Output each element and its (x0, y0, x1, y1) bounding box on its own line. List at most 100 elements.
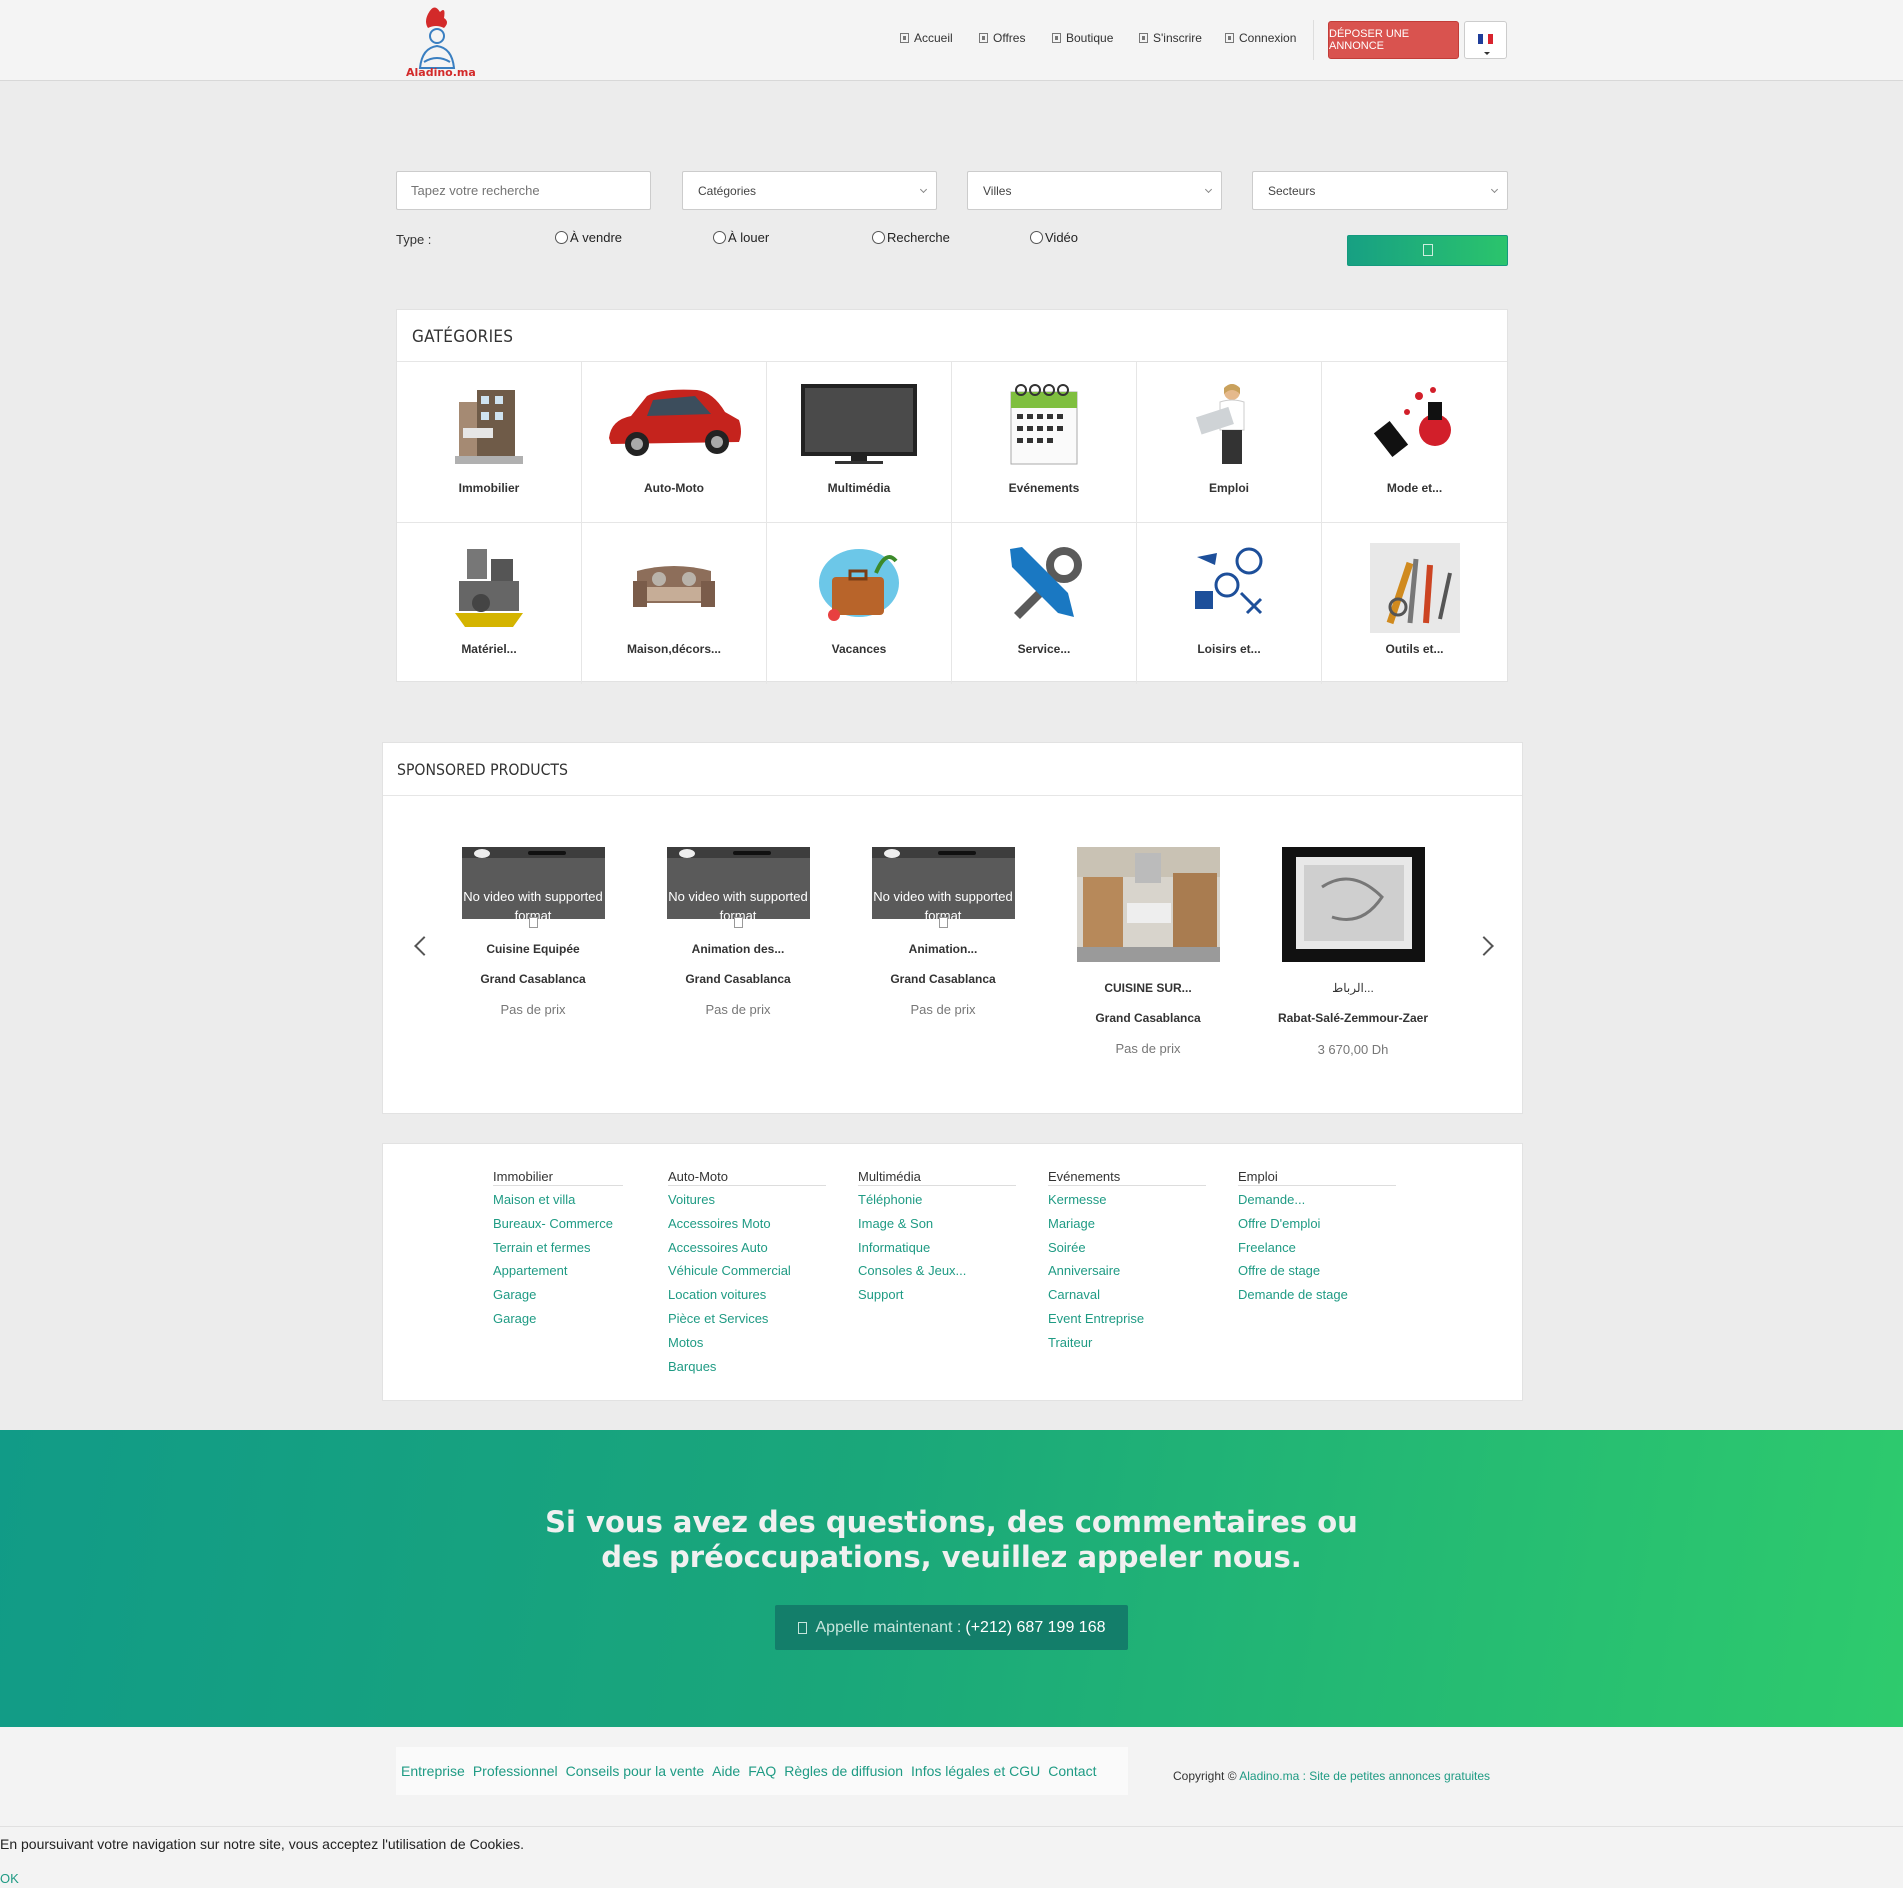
footer-link[interactable]: Voitures (668, 1188, 826, 1212)
footer-link[interactable]: Pièce et Services (668, 1307, 826, 1331)
footer-link[interactable]: Terrain et fermes (493, 1236, 623, 1260)
french-flag-icon (1478, 34, 1493, 44)
footer-link-entreprise[interactable]: Entreprise (401, 1763, 465, 1779)
nav-label: Connexion (1239, 31, 1297, 45)
device-photo[interactable] (1281, 847, 1425, 962)
footer-link-conseils[interactable]: Conseils pour la vente (566, 1763, 705, 1779)
radio-a-vendre[interactable]: À vendre (555, 230, 622, 245)
category-evenements[interactable]: Evénements (952, 362, 1137, 523)
footer-link[interactable]: Véhicule Commercial (668, 1259, 826, 1283)
footer-link[interactable]: Freelance (1238, 1236, 1396, 1260)
call-now-button[interactable]: Appelle maintenant : (+212) 687 199 168 (775, 1605, 1128, 1650)
footer-link-infos-legales[interactable]: Infos légales et CGU (911, 1763, 1040, 1779)
column-heading[interactable]: Evénements (1048, 1169, 1206, 1186)
sectors-select[interactable]: Secteurs (1252, 171, 1508, 210)
footer-link[interactable]: Bureaux- Commerce (493, 1212, 623, 1236)
copyright-link[interactable]: Aladino.ma : Site de petites annonces gr… (1239, 1769, 1490, 1783)
nav-boutique[interactable]: Boutique (1052, 30, 1113, 46)
nav-connexion[interactable]: Connexion (1225, 30, 1296, 46)
footer-link-professionnel[interactable]: Professionnel (473, 1763, 558, 1779)
footer-link[interactable]: Appartement (493, 1259, 623, 1283)
footer-link[interactable]: Barques (668, 1355, 826, 1379)
sponsored-item[interactable]: No video with supported format Animation… (863, 847, 1023, 1017)
product-name[interactable]: الرباط... (1273, 981, 1433, 995)
sponsored-item[interactable]: No video with supported format Animation… (658, 847, 818, 1017)
category-immobilier[interactable]: Immobilier (397, 362, 582, 523)
footer-link[interactable]: Consoles & Jeux... (858, 1259, 1016, 1283)
footer-link[interactable]: Accessoires Auto (668, 1236, 826, 1260)
footer-link[interactable]: Accessoires Moto (668, 1212, 826, 1236)
category-emploi[interactable]: Emploi (1137, 362, 1322, 523)
nav-accueil[interactable]: Accueil (900, 30, 953, 46)
search-button[interactable] (1347, 235, 1508, 266)
footer-link[interactable]: Mariage (1048, 1212, 1206, 1236)
category-multimedia[interactable]: Multimédia (767, 362, 952, 523)
radio-circle[interactable] (713, 231, 726, 244)
category-maison[interactable]: Maison,décors... (582, 523, 767, 684)
radio-circle[interactable] (1030, 231, 1043, 244)
footer-link-regles[interactable]: Règles de diffusion (784, 1763, 903, 1779)
radio-circle[interactable] (872, 231, 885, 244)
column-heading[interactable]: Multimédia (858, 1169, 1016, 1186)
footer-link[interactable]: Motos (668, 1331, 826, 1355)
category-vacances[interactable]: Vacances (767, 523, 952, 684)
select-value: Secteurs (1268, 183, 1316, 198)
column-heading[interactable]: Immobilier (493, 1169, 623, 1186)
language-dropdown[interactable] (1464, 21, 1507, 59)
footer-link[interactable]: Support (858, 1283, 1016, 1307)
nav-offres[interactable]: Offres (979, 30, 1025, 46)
category-outils[interactable]: Outils et... (1322, 523, 1507, 684)
footer-link[interactable]: Garage (493, 1283, 623, 1307)
radio-recherche[interactable]: Recherche (872, 230, 950, 245)
category-service[interactable]: Service... (952, 523, 1137, 684)
category-mode[interactable]: Mode et... (1322, 362, 1507, 523)
column-heading[interactable]: Emploi (1238, 1169, 1396, 1186)
search-input[interactable] (396, 171, 651, 210)
footer-link[interactable]: Téléphonie (858, 1188, 1016, 1212)
column-heading[interactable]: Auto-Moto (668, 1169, 826, 1186)
product-name[interactable]: Animation... (863, 942, 1023, 956)
footer-link[interactable]: Kermesse (1048, 1188, 1206, 1212)
footer-link-faq[interactable]: FAQ (748, 1763, 776, 1779)
video-icon (733, 917, 743, 928)
carousel-prev-icon[interactable] (414, 936, 434, 956)
product-name[interactable]: Cuisine Equipée (453, 942, 613, 956)
radio-circle[interactable] (555, 231, 568, 244)
category-loisirs[interactable]: Loisirs et... (1137, 523, 1322, 684)
footer-link-aide[interactable]: Aide (712, 1763, 740, 1779)
cookie-ok-button[interactable]: OK (0, 1871, 19, 1886)
footer-link[interactable]: Informatique (858, 1236, 1016, 1260)
cities-select[interactable]: Villes (967, 171, 1222, 210)
footer-link[interactable]: Anniversaire (1048, 1259, 1206, 1283)
categories-select[interactable]: Catégories (682, 171, 937, 210)
footer-link[interactable]: Image & Son (858, 1212, 1016, 1236)
video-player[interactable]: No video with supported format (871, 847, 1015, 919)
footer-link[interactable]: Offre de stage (1238, 1259, 1396, 1283)
category-auto-moto[interactable]: Auto-Moto (582, 362, 767, 523)
footer-link[interactable]: Maison et villa (493, 1188, 623, 1212)
footer-link[interactable]: Demande... (1238, 1188, 1396, 1212)
carousel-next-icon[interactable] (1474, 936, 1494, 956)
footer-link-contact[interactable]: Contact (1048, 1763, 1096, 1779)
category-materiel[interactable]: Matériel... (397, 523, 582, 684)
footer-link[interactable]: Traiteur (1048, 1331, 1206, 1355)
video-player[interactable]: No video with supported format (461, 847, 605, 919)
post-ad-button[interactable]: DÉPOSER UNE ANNONCE (1328, 21, 1459, 59)
footer-link[interactable]: Demande de stage (1238, 1283, 1396, 1307)
product-name[interactable]: Animation des... (658, 942, 818, 956)
sponsored-item[interactable]: CUISINE SUR... Grand Casablanca Pas de p… (1068, 847, 1228, 1056)
nav-sinscrire[interactable]: S'inscrire (1139, 30, 1202, 46)
product-name[interactable]: CUISINE SUR... (1068, 981, 1228, 995)
footer-link[interactable]: Carnaval (1048, 1283, 1206, 1307)
footer-link[interactable]: Soirée (1048, 1236, 1206, 1260)
footer-link[interactable]: Event Entreprise (1048, 1307, 1206, 1331)
footer-link[interactable]: Garage (493, 1307, 623, 1331)
footer-link[interactable]: Location voitures (668, 1283, 826, 1307)
radio-a-louer[interactable]: À louer (713, 230, 769, 245)
radio-video[interactable]: Vidéo (1030, 230, 1078, 245)
footer-link[interactable]: Offre D'emploi (1238, 1212, 1396, 1236)
video-player[interactable]: No video with supported format (666, 847, 810, 919)
kitchen-photo[interactable] (1076, 847, 1220, 962)
sponsored-item[interactable]: الرباط... Rabat-Salé-Zemmour-Zaer 3 670,… (1273, 847, 1433, 1057)
sponsored-item[interactable]: No video with supported format Cuisine E… (453, 847, 613, 1017)
